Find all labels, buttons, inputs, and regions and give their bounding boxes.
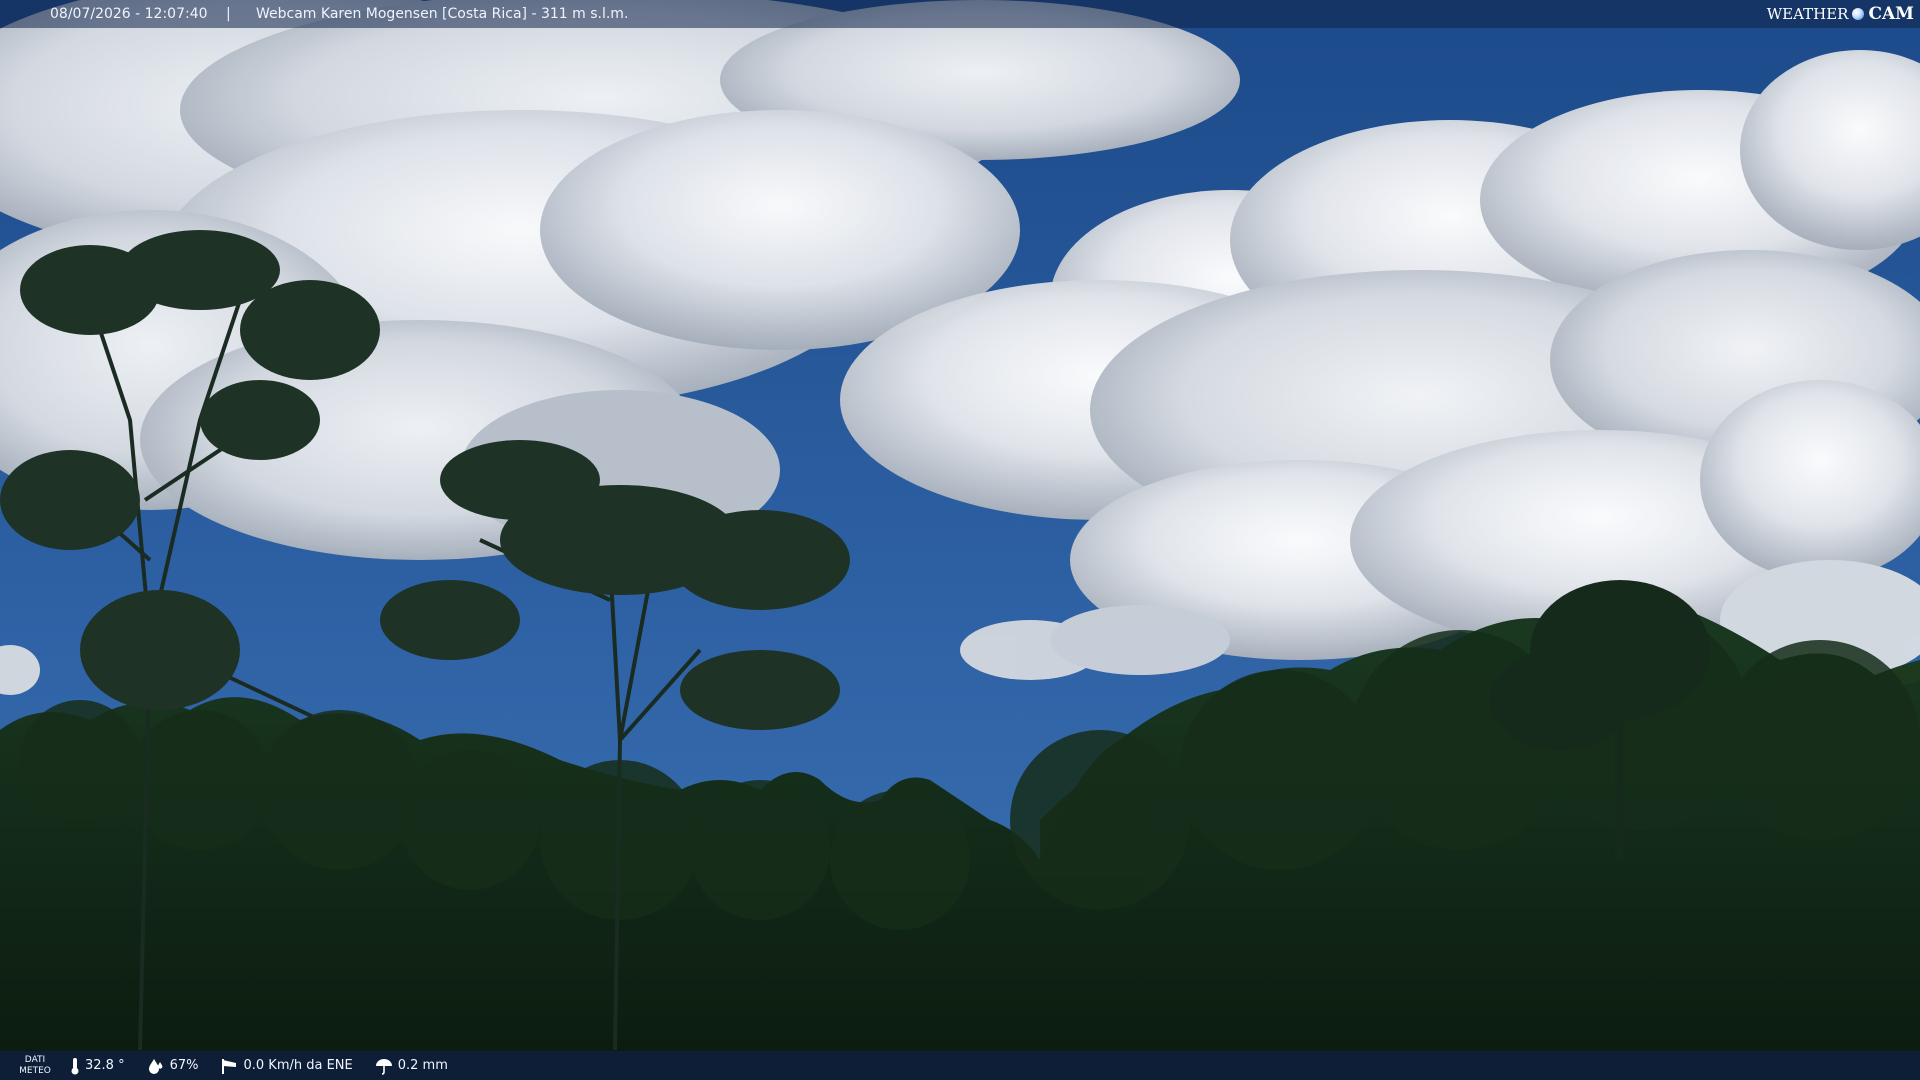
rain-readout: 0.2 mm [375, 1057, 448, 1075]
title-separator: | [226, 6, 231, 22]
umbrella-icon [375, 1058, 392, 1075]
weathercam-logo: WEATHER CAM [1767, 0, 1914, 28]
wind-readout: 0.0 Km/h da ENE [220, 1057, 353, 1075]
temperature-readout: 32.8 ° [70, 1057, 125, 1075]
temperature-value: 32.8 ° [85, 1058, 125, 1073]
weather-data-bar: DATI METEO 32.8 ° 67% 0.0 Km/h da ENE 0.… [0, 1051, 1920, 1080]
weather-label: DATI METEO [0, 1055, 70, 1077]
thermometer-icon [71, 1057, 79, 1074]
weather-label-line1: DATI [24, 1054, 46, 1065]
webcam-image [0, 0, 1920, 1080]
logo-cam: CAM [1868, 4, 1914, 24]
humidity-readout: 67% [147, 1058, 199, 1074]
weather-label-line2: METEO [19, 1065, 51, 1076]
drop-icon [148, 1058, 162, 1074]
humidity-value: 67% [169, 1058, 199, 1073]
webcam-title: Webcam Karen Mogensen [Costa Rica] - 311… [256, 6, 629, 22]
wind-value: 0.0 Km/h da ENE [243, 1058, 353, 1073]
rain-value: 0.2 mm [397, 1058, 448, 1073]
timestamp: 08/07/2026 - 12:07:40 [50, 6, 208, 22]
top-overlay-bar: 08/07/2026 - 12:07:40 | Webcam Karen Mog… [0, 0, 1920, 28]
windsock-icon [222, 1058, 237, 1074]
logo-word: WEATHER [1766, 5, 1849, 23]
logo-globe-icon [1852, 8, 1865, 20]
